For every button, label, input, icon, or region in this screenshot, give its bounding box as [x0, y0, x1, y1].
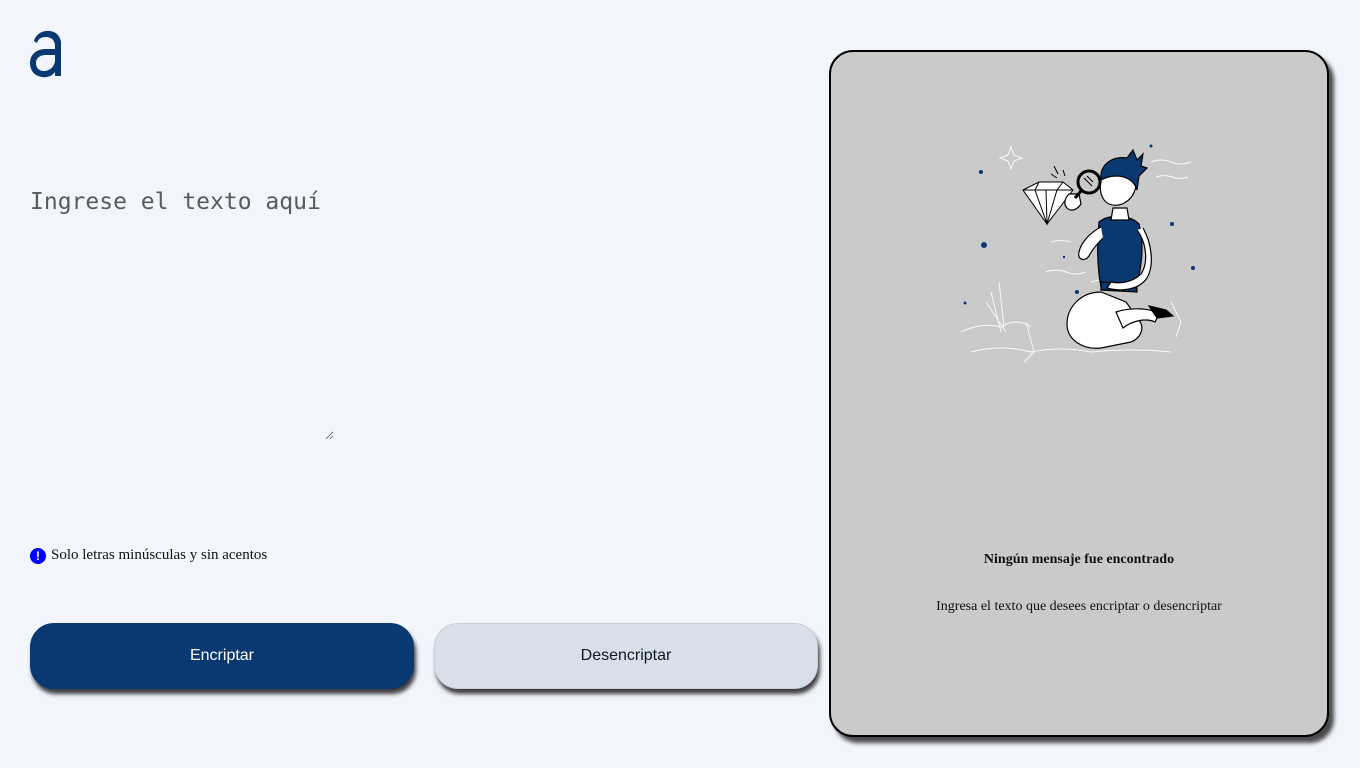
- input-hint: ! Solo letras minúsculas y sin acentos: [30, 547, 267, 564]
- hint-text: Solo letras minúsculas y sin acentos: [51, 547, 268, 563]
- app-page: ! Solo letras minúsculas y sin acentos E…: [0, 0, 1360, 768]
- empty-message-text: Ingresa el texto que desees encriptar o …: [936, 599, 1222, 614]
- decrypt-button-label: Desencriptar: [580, 647, 672, 664]
- exclamation-circle-icon: !: [30, 547, 46, 564]
- person-with-magnifier-illustration: [960, 144, 1195, 363]
- text-input[interactable]: [30, 184, 334, 440]
- alura-logo-icon: [30, 30, 62, 78]
- encrypt-button-label: Encriptar: [189, 647, 255, 664]
- decrypt-button[interactable]: Desencriptar: [434, 623, 818, 689]
- encrypt-button[interactable]: Encriptar: [30, 623, 414, 689]
- output-panel: Ningún mensaje fue encontrado Ingresa el…: [829, 50, 1329, 737]
- empty-message-title: Ningún mensaje fue encontrado: [983, 552, 1175, 567]
